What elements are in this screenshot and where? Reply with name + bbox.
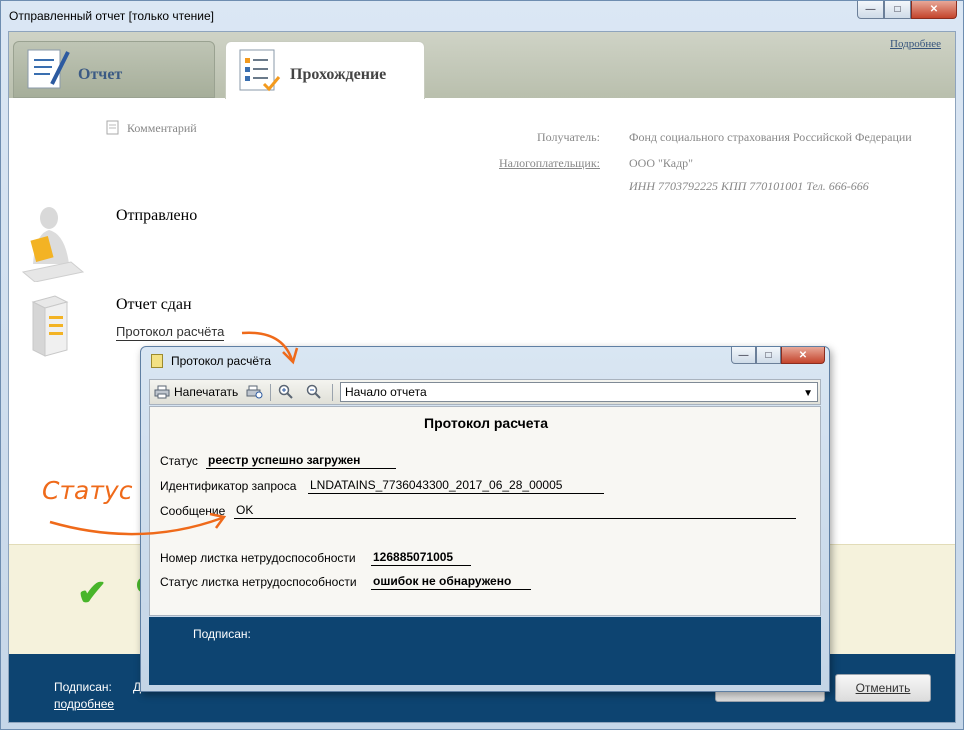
calculation-protocol-link[interactable]: Протокол расчёта [116, 324, 225, 341]
dialog-signature-footer: Подписан: [149, 617, 821, 685]
taxpayer-label[interactable]: Налогоплательщик: [499, 156, 600, 171]
sheet-number-value: 126885071005 [371, 550, 471, 566]
toolbar-separator [270, 384, 271, 401]
report-content: Протокол расчета Статус реестр успешно з… [149, 406, 821, 616]
success-check-icon: ✔ [77, 572, 108, 613]
recipient-value: Фонд социального страхования Российской … [629, 130, 912, 144]
dialog-close-button[interactable]: ✕ [781, 347, 825, 364]
message-label: Сообщение [160, 504, 226, 518]
comment-label: Комментарий [127, 120, 197, 135]
report-title: Протокол расчета [424, 415, 548, 431]
report-document-icon [27, 49, 70, 89]
sheet-status-value: ошибок не обнаружено [371, 574, 531, 590]
tab-report-label: Отчет [78, 66, 123, 83]
more-details-link[interactable]: Подробнее [890, 38, 941, 50]
toolbar-separator [332, 384, 333, 401]
cancel-button[interactable]: Отменить [835, 674, 931, 702]
report-section-select-value: Начало отчета [345, 385, 427, 399]
zoom-out-icon [306, 384, 321, 399]
tab-report[interactable]: Отчет [13, 41, 215, 98]
request-id-label: Идентификатор запроса [160, 479, 297, 493]
dialog-toolbar: Напечатать Начало отчета ▼ [149, 379, 821, 405]
chevron-down-icon: ▼ [803, 388, 813, 399]
comment-button[interactable]: Комментарий [105, 120, 197, 136]
print-button-label: Напечатать [174, 385, 239, 399]
taxpayer-name: ООО "Кадр" [629, 156, 694, 170]
dialog-title: Протокол расчёта [171, 354, 272, 368]
comment-icon [106, 120, 119, 135]
sheet-number-label: Номер листка нетрудоспособности [160, 551, 356, 565]
minimize-button[interactable]: — [857, 1, 884, 19]
sheet-status-label: Статус листка нетрудоспособности [160, 575, 357, 589]
signature-details-link[interactable]: подробнее [54, 697, 114, 711]
dialog-minimize-button[interactable]: — [731, 347, 756, 364]
window-caption-buttons: — □ ✕ [857, 1, 957, 19]
stage-delivered-title: Отчет сдан [116, 296, 192, 313]
print-preview-button[interactable] [246, 383, 264, 401]
recipient-label: Получатель: [537, 130, 600, 144]
protocol-dialog: Протокол расчёта — □ ✕ Напечатать Начало… [140, 346, 830, 692]
tab-passage[interactable]: Прохождение [225, 41, 425, 99]
tab-passage-label: Прохождение [290, 66, 387, 83]
stage-sent-title: Отправлено [116, 207, 198, 224]
cancel-button-label: Отменить [855, 681, 911, 695]
dialog-maximize-button[interactable]: □ [756, 347, 781, 364]
printer-icon [154, 385, 170, 399]
message-value: OK [234, 503, 796, 519]
dialog-signed-label: Подписан: [193, 627, 251, 641]
dialog-caption-buttons: — □ ✕ [731, 347, 825, 364]
status-label: Статус [160, 454, 198, 468]
zoom-in-icon [278, 384, 293, 399]
title-bar: Отправленный отчет [только чтение] — □ ✕ [1, 1, 963, 31]
dialog-document-icon [151, 354, 163, 368]
checklist-icon [239, 49, 281, 92]
annotation-status-text: Статус [42, 476, 133, 505]
sender-person-icon [21, 207, 85, 282]
tab-strip: Отчет Прохождение Подробнее [9, 32, 955, 99]
zoom-out-button[interactable] [306, 383, 322, 401]
server-icon [31, 295, 69, 357]
taxpayer-details: ИНН 7703792225 КПП 770101001 Тел. 666-66… [629, 179, 869, 193]
print-preview-icon [246, 385, 263, 399]
status-value: реестр успешно загружен [206, 453, 396, 469]
maximize-button[interactable]: □ [884, 1, 911, 19]
close-button[interactable]: ✕ [911, 1, 957, 19]
print-button[interactable]: Напечатать [154, 383, 238, 401]
window-title: Отправленный отчет [только чтение] [9, 9, 215, 23]
request-id-value: LNDATAINS_7736043300_2017_06_28_00005 [308, 478, 604, 494]
signed-label: Подписан: [54, 680, 112, 694]
report-section-select[interactable]: Начало отчета ▼ [340, 382, 818, 402]
zoom-in-button[interactable] [278, 383, 294, 401]
